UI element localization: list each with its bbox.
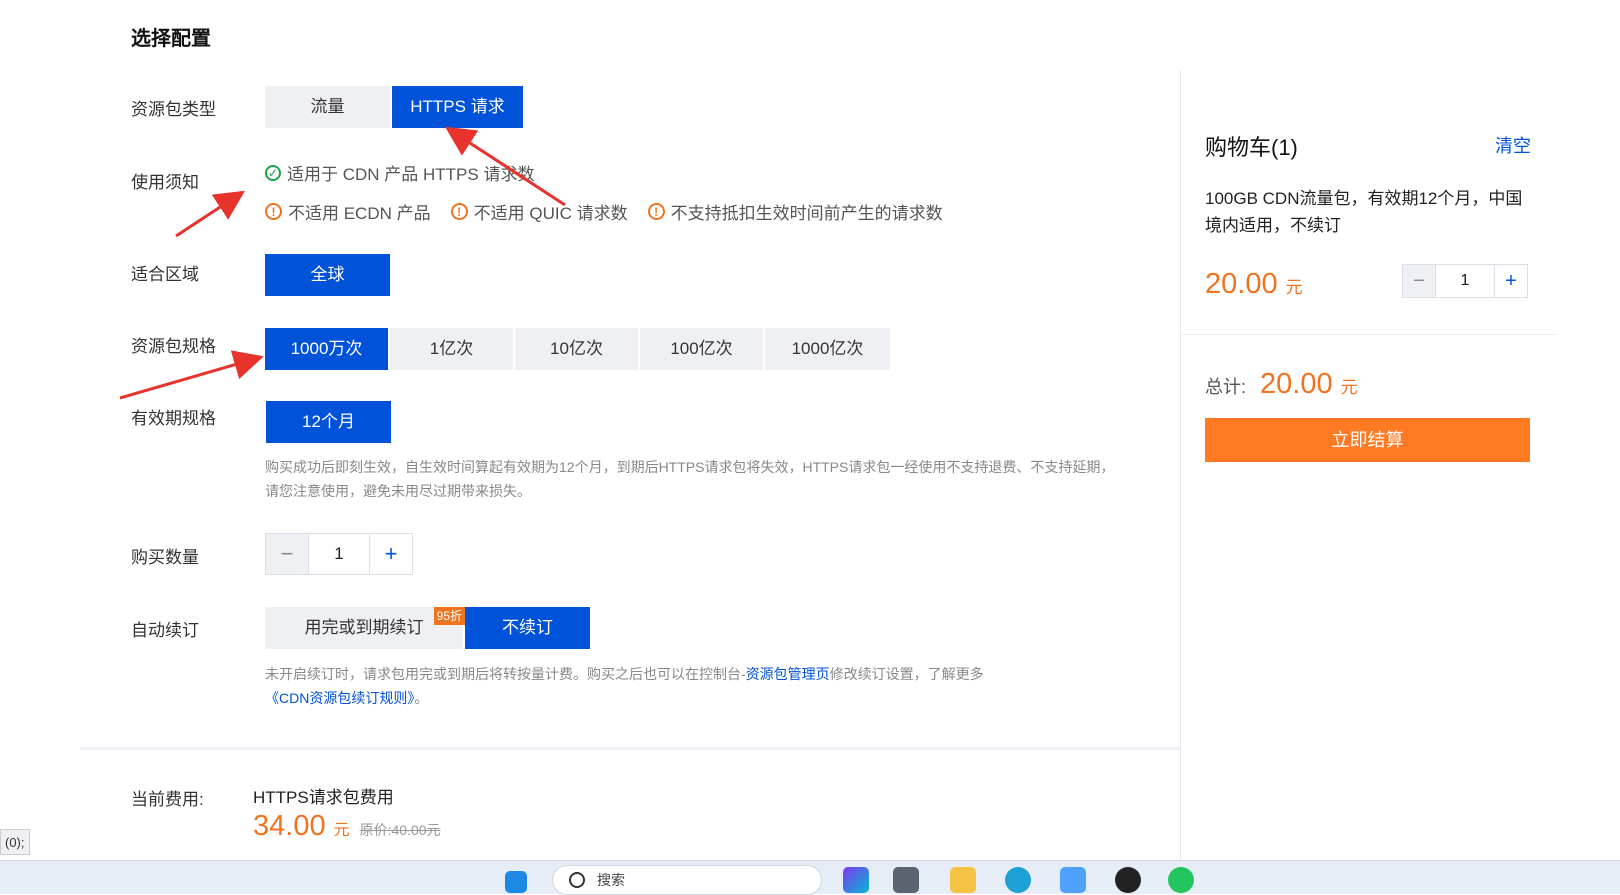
cart-total-price: 20.00: [1260, 368, 1333, 400]
notice-warnings: ! 不适用 ECDN 产品 ! 不适用 QUIC 请求数 ! 不支持抵扣生效时间…: [265, 199, 943, 224]
spec-option-10m[interactable]: 1000万次: [265, 328, 390, 370]
cart-divider: [1180, 70, 1181, 860]
status-tooltip: (0);: [0, 829, 30, 855]
cart-separator: [1181, 334, 1556, 335]
renew-option-none[interactable]: 不续订: [465, 607, 590, 649]
cart-price-row: 20.00 元: [1205, 268, 1303, 301]
spec-option-100m[interactable]: 1亿次: [390, 328, 515, 370]
renew-label: 自动续订: [131, 621, 199, 640]
taskbar-search-text: 搜索: [597, 872, 625, 888]
type-selector: 流量 HTTPS 请求: [265, 86, 525, 128]
spec-option-10b[interactable]: 100亿次: [640, 328, 765, 370]
qty-stepper: − 1 +: [265, 533, 413, 575]
windows-start-icon[interactable]: [505, 871, 527, 893]
search-icon: [569, 872, 585, 888]
renew-rules-link[interactable]: 《CDN资源包续订规则》: [265, 690, 414, 706]
region-label: 适合区域: [131, 265, 199, 284]
taskbar: 搜索: [0, 860, 1620, 895]
qty-label: 购买数量: [131, 548, 199, 567]
annotation-arrow-notice: [175, 190, 246, 238]
renew-selector: 用完或到期续订 95折 不续订: [265, 607, 590, 649]
current-fee-label: 当前费用:: [131, 790, 204, 809]
wechat-icon[interactable]: [1168, 867, 1194, 893]
renew-hint-end: 。: [414, 690, 429, 706]
current-fee-original: 原价:40.00元: [359, 822, 441, 838]
current-fee-unit: 元: [333, 822, 350, 839]
notice-ok: ✓ 适用于 CDN 产品 HTTPS 请求数: [265, 160, 534, 185]
region-selector: 全球: [265, 254, 390, 296]
edge-browser-icon[interactable]: [1005, 867, 1031, 893]
current-fee-item: HTTPS请求包费用: [253, 788, 394, 807]
warning-circle-icon: !: [647, 203, 665, 220]
qty-increment-button[interactable]: +: [369, 534, 412, 574]
check-circle-icon: ✓: [265, 164, 281, 181]
spec-label: 资源包规格: [131, 337, 216, 356]
cart-total-unit: 元: [1340, 378, 1358, 397]
renew-hint: 未开启续订时，请求包用完或到期后将转按量计费。购买之后也可以在控制台-资源包管理…: [265, 662, 1125, 710]
validity-option-12m[interactable]: 12个月: [266, 401, 391, 443]
app-icon[interactable]: [893, 867, 919, 893]
cart-total-row: 总计: 20.00 元: [1205, 368, 1358, 401]
notice-ok-text: 适用于 CDN 产品 HTTPS 请求数: [287, 165, 535, 184]
notice-warn-3: 不支持抵扣生效时间前产生的请求数: [670, 204, 943, 223]
section-title: 选择配置: [131, 28, 211, 50]
cart-item-price: 20.00: [1205, 268, 1278, 300]
validity-hint: 购买成功后即刻生效，自生效时间算起有效期为12个月，到期后HTTPS请求包将失效…: [265, 459, 1115, 499]
qq-icon[interactable]: [1115, 867, 1141, 893]
taskbar-search[interactable]: 搜索: [552, 865, 822, 895]
current-fee-price: 34.00: [253, 810, 326, 842]
spec-option-1b[interactable]: 10亿次: [515, 328, 640, 370]
spec-selector: 1000万次 1亿次 10亿次 100亿次 1000亿次: [265, 328, 890, 370]
warning-circle-icon: !: [265, 203, 282, 220]
qty-decrement-button[interactable]: −: [266, 534, 308, 574]
renew-option-auto-label: 用完或到期续订: [304, 618, 424, 637]
renew-hint-text-2: 修改续订设置，了解更多: [829, 666, 984, 682]
cart-item-unit: 元: [1285, 278, 1303, 297]
notice-warn-2: 不适用 QUIC 请求数: [473, 204, 628, 223]
qty-input[interactable]: 1: [308, 534, 369, 574]
annotation-arrow-spec: [119, 350, 264, 400]
renew-hint-text: 未开启续订时，请求包用完或到期后将转按量计费。购买之后也可以在控制台-: [265, 666, 746, 682]
checkout-button[interactable]: 立即结算: [1205, 418, 1530, 462]
cart-title: 购物车(1): [1205, 135, 1298, 160]
spec-option-100b[interactable]: 1000亿次: [765, 328, 890, 370]
cart-qty-stepper: − 1 +: [1402, 264, 1528, 298]
copilot-icon[interactable]: [843, 867, 869, 893]
cart-qty-decrement-button[interactable]: −: [1403, 265, 1435, 297]
resource-package-link[interactable]: 资源包管理页: [746, 666, 830, 682]
cart-total-label: 总计:: [1205, 377, 1247, 397]
cart-clear-link[interactable]: 清空: [1495, 132, 1531, 158]
cart-item-desc: 100GB CDN流量包，有效期12个月，中国境内适用，不续订: [1205, 189, 1523, 235]
discount-badge: 95折: [433, 607, 465, 625]
folder-icon[interactable]: [950, 867, 976, 893]
validity-label: 有效期规格: [131, 409, 216, 428]
notice-warn-1: 不适用 ECDN 产品: [288, 204, 431, 223]
cart-qty-increment-button[interactable]: +: [1494, 265, 1527, 297]
warning-circle-icon: !: [450, 203, 468, 220]
renew-option-auto[interactable]: 用完或到期续订 95折: [265, 607, 465, 649]
type-label: 资源包类型: [131, 100, 216, 119]
current-fee-price-row: 34.00 元 原价:40.00元: [253, 810, 441, 843]
bottom-divider: [80, 747, 1180, 750]
region-option-global[interactable]: 全球: [265, 254, 390, 296]
validity-selector: 12个月: [266, 401, 391, 443]
cart-qty-input[interactable]: 1: [1435, 265, 1494, 297]
type-option-traffic[interactable]: 流量: [265, 86, 392, 128]
store-icon[interactable]: [1060, 867, 1086, 893]
type-option-https[interactable]: HTTPS 请求: [392, 86, 525, 128]
notice-label: 使用须知: [131, 173, 199, 192]
